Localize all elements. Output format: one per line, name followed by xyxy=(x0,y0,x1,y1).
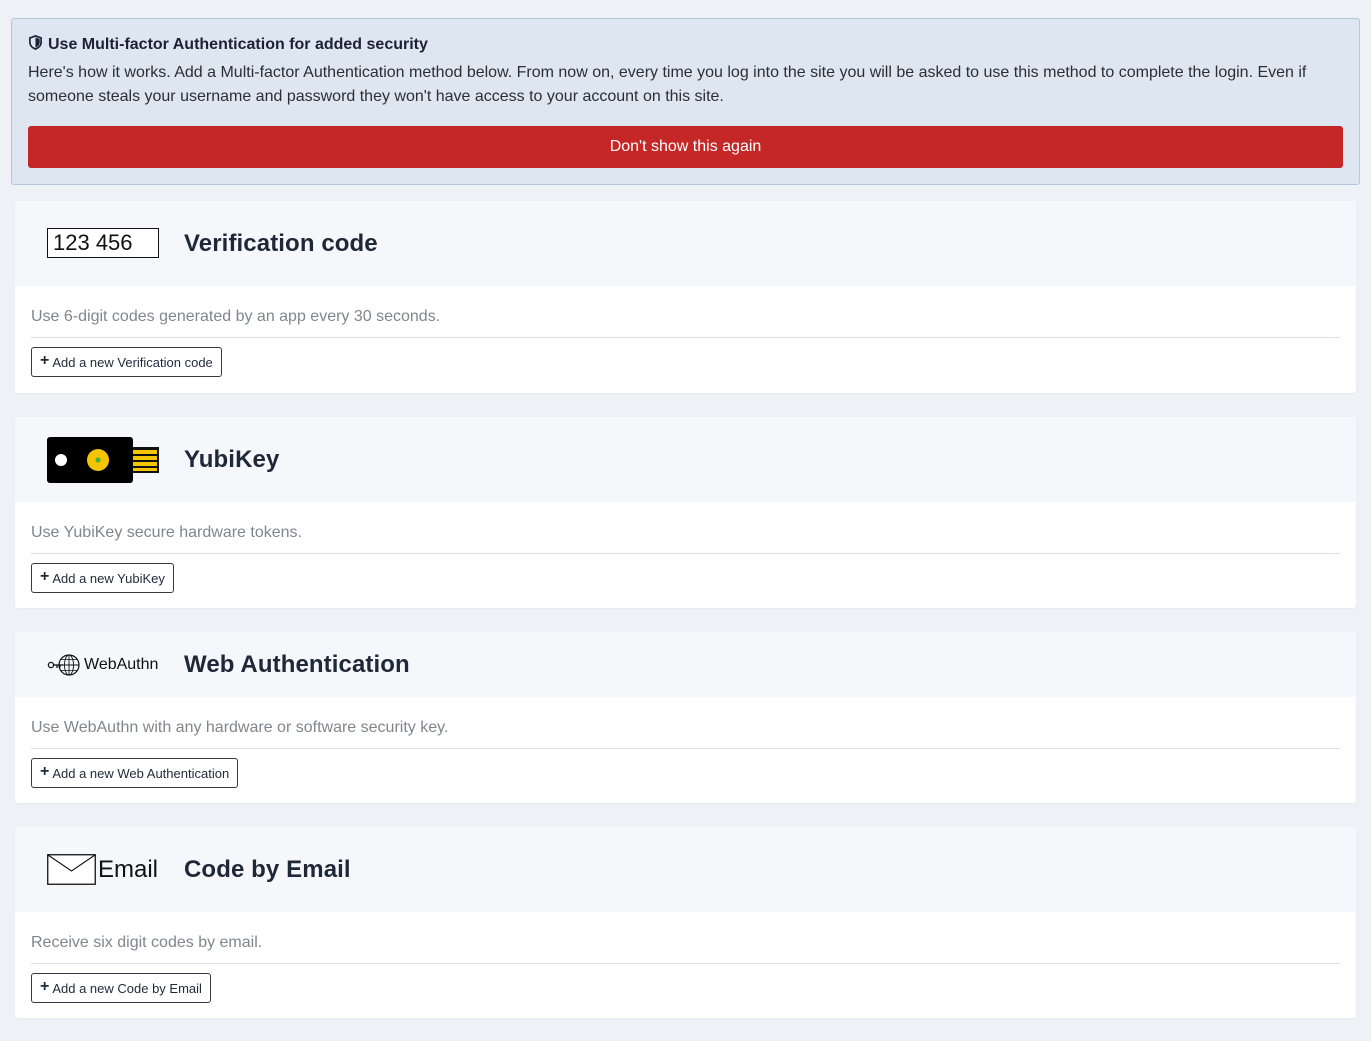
method-title: YubiKey xyxy=(184,445,280,473)
method-card-body: Use YubiKey secure hardware tokens. + Ad… xyxy=(15,502,1356,593)
add-verification-code-button[interactable]: + Add a new Verification code xyxy=(31,347,222,377)
plus-icon: + xyxy=(40,763,50,780)
email-logo: Email xyxy=(47,854,184,886)
add-button-label: Add a new Web Authentication xyxy=(52,765,230,781)
method-description: Use 6-digit codes generated by an app ev… xyxy=(31,286,1340,338)
method-card-verification-code: 123 456 Verification code Use 6-digit co… xyxy=(15,201,1356,393)
verification-code-logo: 123 456 xyxy=(47,227,184,258)
method-card-body: Receive six digit codes by email. + Add … xyxy=(15,912,1356,1003)
yubikey-logo xyxy=(47,436,184,483)
alert-description: Here's how it works. Add a Multi-factor … xyxy=(28,64,1307,105)
method-title: Verification code xyxy=(184,229,378,257)
method-card-header: Email Code by Email xyxy=(15,827,1356,912)
globe-key-icon xyxy=(47,653,80,676)
method-card-header: WebAuthn Web Authentication xyxy=(15,632,1356,697)
alert-title: Use Multi-factor Authentication for adde… xyxy=(48,36,428,53)
method-card-header: 123 456 Verification code xyxy=(15,201,1356,286)
method-card-webauthn: WebAuthn Web Authentication Use WebAuthn… xyxy=(15,632,1356,803)
webauthn-logo-text: WebAuthn xyxy=(84,655,159,673)
add-yubikey-button[interactable]: + Add a new YubiKey xyxy=(31,563,174,593)
method-title: Code by Email xyxy=(184,855,351,883)
shield-icon xyxy=(28,35,43,55)
method-description: Receive six digit codes by email. xyxy=(31,912,1340,964)
envelope-icon xyxy=(47,854,96,885)
method-card-header: YubiKey xyxy=(15,417,1356,502)
dont-show-again-button[interactable]: Don't show this again xyxy=(28,126,1343,168)
method-description: Use YubiKey secure hardware tokens. xyxy=(31,502,1340,554)
plus-icon: + xyxy=(40,352,50,369)
method-card-email: Email Code by Email Receive six digit co… xyxy=(15,827,1356,1018)
method-title: Web Authentication xyxy=(184,650,410,678)
method-card-yubikey: YubiKey Use YubiKey secure hardware toke… xyxy=(15,417,1356,608)
plus-icon: + xyxy=(40,978,50,995)
add-webauthn-button[interactable]: + Add a new Web Authentication xyxy=(31,758,239,788)
add-button-label: Add a new YubiKey xyxy=(52,570,165,586)
add-code-by-email-button[interactable]: + Add a new Code by Email xyxy=(31,973,211,1003)
method-card-body: Use 6-digit codes generated by an app ev… xyxy=(15,286,1356,377)
yubikey-icon xyxy=(47,436,159,483)
alert-heading: Use Multi-factor Authentication for adde… xyxy=(28,35,1343,55)
method-card-body: Use WebAuthn with any hardware or softwa… xyxy=(15,697,1356,788)
webauthn-logo: WebAuthn xyxy=(47,652,184,678)
code-logo-text: 123 456 xyxy=(47,227,159,258)
plus-icon: + xyxy=(40,568,50,585)
method-description: Use WebAuthn with any hardware or softwa… xyxy=(31,697,1340,749)
add-button-label: Add a new Code by Email xyxy=(52,980,202,996)
mfa-info-alert: Use Multi-factor Authentication for adde… xyxy=(11,18,1360,185)
add-button-label: Add a new Verification code xyxy=(52,354,213,370)
email-logo-text: Email xyxy=(98,855,159,883)
